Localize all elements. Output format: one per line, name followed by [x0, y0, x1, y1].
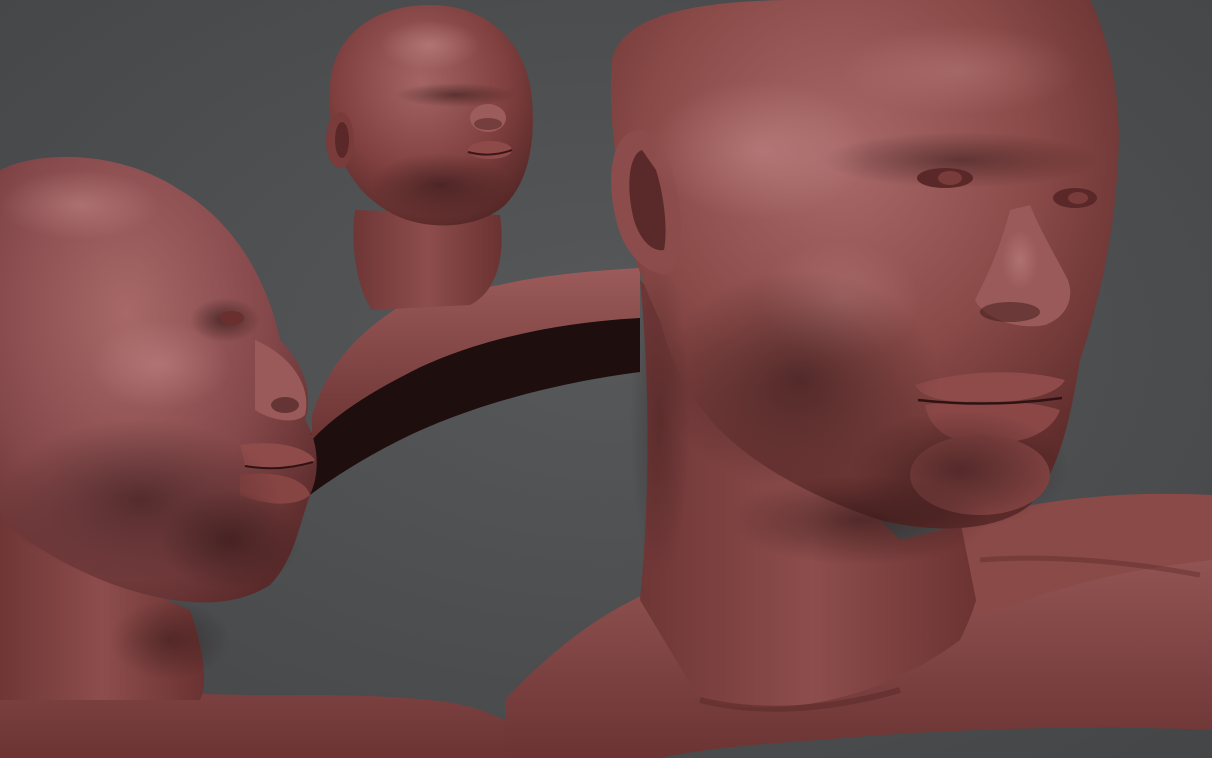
sculpt-render	[0, 0, 1212, 758]
sculpt-viewport	[0, 0, 1212, 758]
